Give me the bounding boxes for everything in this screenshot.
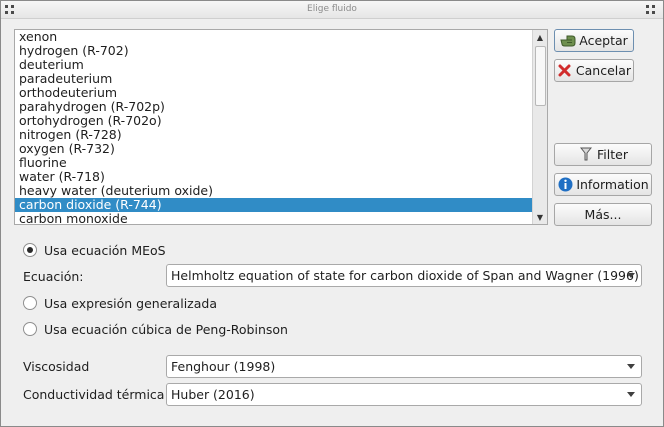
chevron-down-icon <box>627 364 635 369</box>
list-item[interactable]: paradeuterium <box>15 72 534 86</box>
conductivity-select[interactable]: Huber (2016) <box>166 383 642 406</box>
list-item[interactable]: fluorine <box>15 156 534 170</box>
generalized-option[interactable]: Usa expresión generalizada <box>23 294 217 312</box>
scroll-up-icon[interactable]: ▲ <box>533 30 547 44</box>
cubic-label: Usa ecuación cúbica de Peng-Robinson <box>44 321 288 337</box>
funnel-icon <box>578 147 594 163</box>
filter-button[interactable]: Filter <box>554 143 652 166</box>
meos-radio[interactable] <box>23 243 37 257</box>
information-button[interactable]: Information <box>554 173 652 196</box>
fluid-list[interactable]: xenon hydrogen (R-702) deuterium paradeuter… <box>14 29 548 225</box>
conductivity-label: Conductividad térmica <box>23 387 165 402</box>
chevron-down-icon <box>627 273 635 278</box>
list-item[interactable]: carbon dioxide (R-744) <box>15 198 534 212</box>
information-label: Information <box>576 177 649 192</box>
accept-label: Aceptar <box>579 33 628 48</box>
cubic-radio[interactable] <box>23 322 37 336</box>
filter-label: Filter <box>597 147 628 162</box>
list-item[interactable]: oxygen (R-732) <box>15 142 534 156</box>
window-resize-icon[interactable] <box>646 4 658 16</box>
generalized-radio[interactable] <box>23 296 37 310</box>
conductivity-value: Huber (2016) <box>171 387 255 402</box>
cancel-button[interactable]: Cancelar <box>554 59 634 82</box>
cancel-x-icon <box>557 63 573 79</box>
equation-select[interactable]: Helmholtz equation of state for carbon d… <box>166 264 642 287</box>
list-item[interactable]: hydrogen (R-702) <box>15 44 534 58</box>
cubic-option[interactable]: Usa ecuación cúbica de Peng-Robinson <box>23 320 288 338</box>
accept-button[interactable]: Aceptar <box>554 29 634 52</box>
list-item[interactable]: water (R-718) <box>15 170 534 184</box>
window-title: Elige fluido <box>307 4 357 14</box>
accept-hand-icon <box>560 33 576 49</box>
list-item[interactable]: orthodeuterium <box>15 86 534 100</box>
generalized-label: Usa expresión generalizada <box>44 295 217 311</box>
more-button[interactable]: Más... <box>554 203 652 226</box>
list-item[interactable]: carbon monoxide <box>15 212 534 225</box>
list-item[interactable]: nitrogen (R-728) <box>15 128 534 142</box>
viscosity-label: Viscosidad <box>23 359 90 374</box>
meos-option[interactable]: Usa ecuación MEoS <box>23 241 166 259</box>
list-item[interactable]: deuterium <box>15 58 534 72</box>
title-bar[interactable]: Elige fluido <box>1 1 663 19</box>
equation-label: Ecuación: <box>23 269 84 284</box>
scroll-down-icon[interactable]: ▼ <box>533 210 547 224</box>
fluid-list-items: xenon hydrogen (R-702) deuterium paradeuter… <box>15 30 534 225</box>
list-item[interactable]: parahydrogen (R-702p) <box>15 100 534 114</box>
viscosity-select[interactable]: Fenghour (1998) <box>166 355 642 378</box>
list-item[interactable]: ortohydrogen (R-702o) <box>15 114 534 128</box>
viscosity-value: Fenghour (1998) <box>171 359 276 374</box>
meos-label: Usa ecuación MEoS <box>44 242 166 258</box>
list-item[interactable]: heavy water (deuterium oxide) <box>15 184 534 198</box>
chevron-down-icon <box>627 392 635 397</box>
cancel-label: Cancelar <box>575 63 632 78</box>
info-icon <box>557 177 573 193</box>
equation-value: Helmholtz equation of state for carbon d… <box>171 268 639 283</box>
list-item[interactable]: xenon <box>15 30 534 44</box>
more-label: Más... <box>584 207 622 222</box>
dialog-window: Elige fluido xenon hydrogen (R-702) deuter… <box>0 0 664 427</box>
list-scrollbar[interactable]: ▲ ▼ <box>532 30 547 224</box>
scrollbar-thumb[interactable] <box>535 46 546 106</box>
